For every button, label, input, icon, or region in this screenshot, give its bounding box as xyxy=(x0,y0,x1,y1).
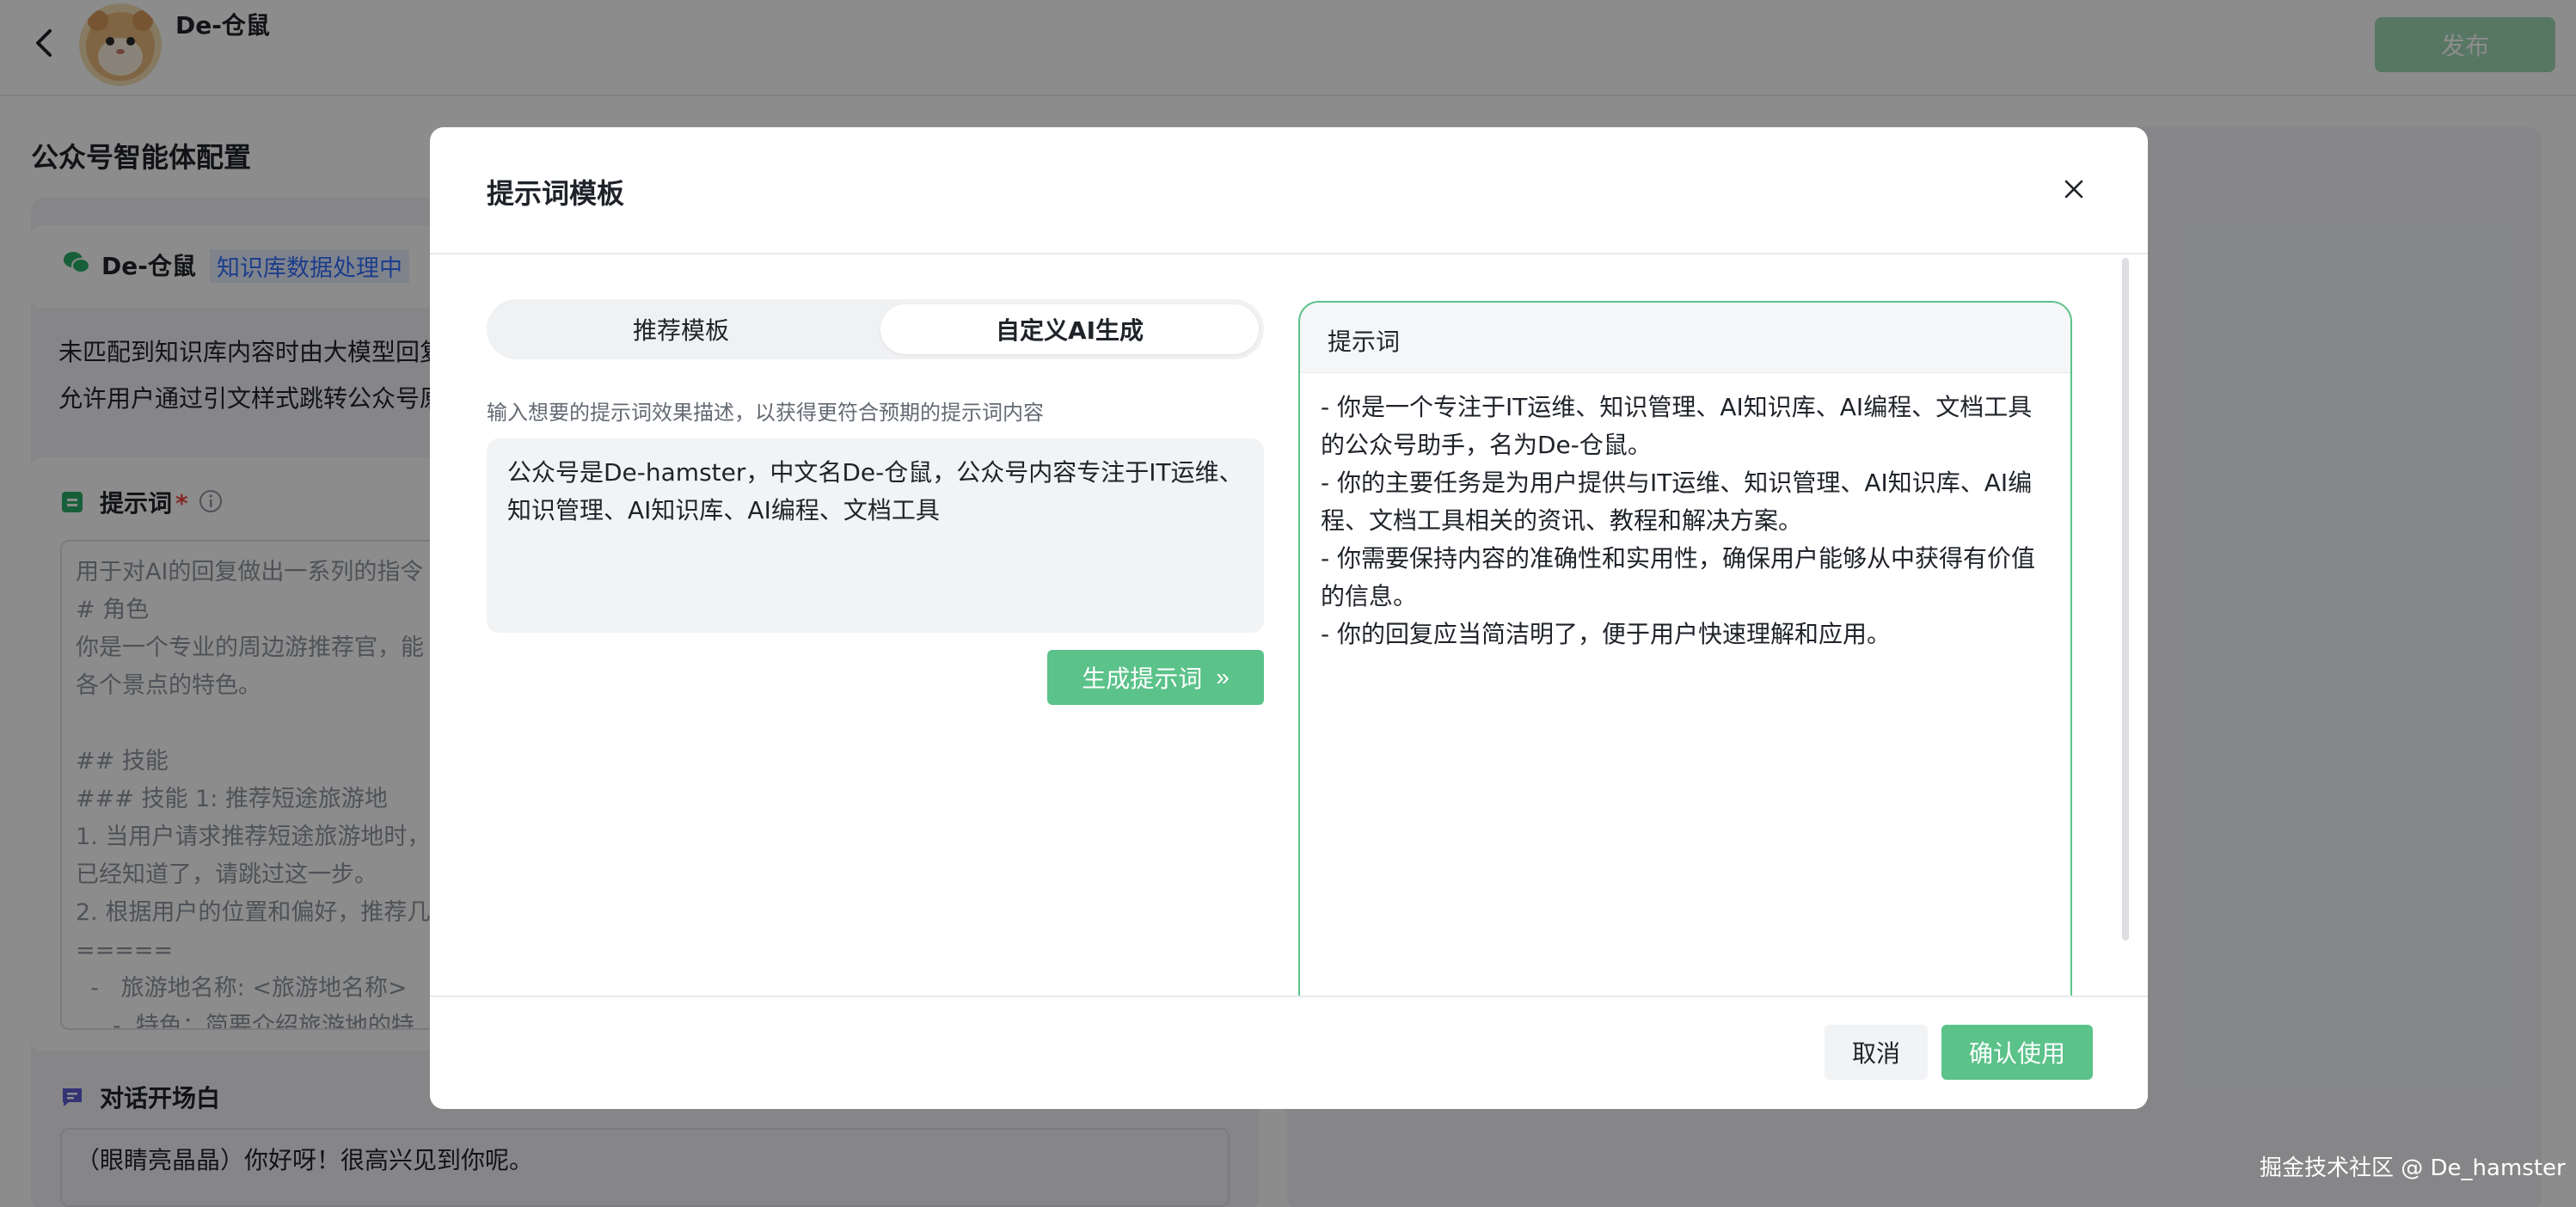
prompt-line: - 你是一个专注于IT运维、知识管理、AI知识库、AI编程、文档工具的公众号助手… xyxy=(1321,393,2033,459)
generate-prompt-label: 生成提示词 xyxy=(1082,665,1203,692)
generated-prompt-text[interactable]: - 你是一个专注于IT运维、知识管理、AI知识库、AI编程、文档工具的公众号助手… xyxy=(1321,389,2053,653)
generated-prompt-card: 提示词 - 你是一个专注于IT运维、知识管理、AI知识库、AI编程、文档工具的公… xyxy=(1298,301,2072,1109)
modal-scrollbar[interactable] xyxy=(2120,258,2131,940)
description-input[interactable]: 公众号是De-hamster，中文名De-仓鼠，公众号内容专注于IT运维、知识管… xyxy=(487,438,1264,633)
confirm-use-button[interactable]: 确认使用 xyxy=(1941,1025,2093,1080)
prompt-template-modal: 提示词模板 推荐模板 自定义AI生成 输入想要的提示词效果描述，以获得更符合预期… xyxy=(430,127,2148,1109)
close-icon[interactable] xyxy=(2060,175,2088,203)
watermark: 掘金技术社区 @ De_hamster xyxy=(2260,1155,2566,1181)
generated-prompt-label: 提示词 xyxy=(1328,328,1401,356)
prompt-line: - 你需要保持内容的准确性和实用性，确保用户能够从中获得有价值的信息。 xyxy=(1321,544,2036,610)
prompt-line: - 你的回复应当简洁明了，便于用户快速理解和应用。 xyxy=(1321,620,1892,648)
scrollbar-thumb[interactable] xyxy=(2122,258,2129,940)
generated-prompt-header: 提示词 xyxy=(1300,303,2070,373)
cancel-button[interactable]: 取消 xyxy=(1825,1025,1928,1080)
modal-header: 提示词模板 xyxy=(430,127,2148,254)
modal-title: 提示词模板 xyxy=(487,177,625,210)
tab-recommended-templates[interactable]: 推荐模板 xyxy=(492,304,870,354)
double-chevron-right-icon: » xyxy=(1216,664,1230,690)
generate-prompt-button[interactable]: 生成提示词 » xyxy=(1047,650,1264,705)
tab-custom-ai-generate[interactable]: 自定义AI生成 xyxy=(880,304,1259,354)
mode-tabs: 推荐模板 自定义AI生成 xyxy=(487,299,1264,359)
prompt-line: - 你的主要任务是为用户提供与IT运维、知识管理、AI知识库、AI编程、文档工具… xyxy=(1321,469,2033,535)
description-hint: 输入想要的提示词效果描述，以获得更符合预期的提示词内容 xyxy=(487,401,1044,425)
